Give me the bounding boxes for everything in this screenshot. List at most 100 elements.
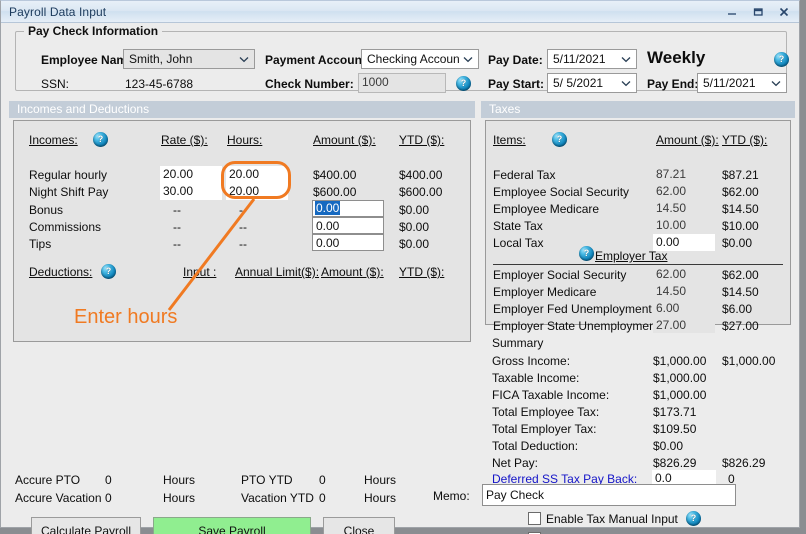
deductions-col-annual-limit: Annual Limit($): — [235, 265, 319, 279]
screenshot-root: Payroll Data Input Pay Check Information… — [0, 0, 806, 534]
income-amount-input[interactable]: 0.00 — [312, 200, 384, 217]
check-number-help-icon[interactable]: ? — [456, 76, 471, 91]
enable-tax-manual-help-icon[interactable]: ? — [686, 511, 701, 526]
summary-row-amount: $173.71 — [653, 405, 696, 419]
income-amount-input[interactable]: 0.00 — [312, 217, 384, 234]
close-icon[interactable] — [771, 2, 797, 22]
income-ytd-value: $0.00 — [399, 237, 429, 251]
employee-name-dropdown[interactable]: Smith, John — [123, 49, 255, 69]
accure-pto-unit: Hours — [163, 473, 195, 487]
income-hours-value: -- — [239, 220, 247, 234]
summary-row-ytd: $826.29 — [722, 456, 765, 470]
income-rate-input[interactable]: 30.00 — [160, 183, 222, 200]
chevron-down-icon — [236, 56, 252, 63]
paycheck-information-legend: Pay Check Information — [24, 24, 162, 38]
income-row-name: Regular hourly — [29, 168, 107, 182]
enable-tax-manual-input-checkbox[interactable] — [528, 512, 541, 525]
tax-amount-input: 62.00 — [653, 183, 715, 199]
ssn-value: 123-45-6788 — [125, 77, 193, 91]
accure-pto-value: 0 — [105, 473, 112, 487]
vacation-ytd-unit: Hours — [364, 491, 396, 505]
incomes-col-amount: Amount ($): — [313, 133, 376, 147]
tax-ytd-value: $14.50 — [722, 202, 759, 216]
income-rate-value: -- — [173, 220, 181, 234]
income-row-name: Bonus — [29, 203, 63, 217]
pay-end-picker[interactable]: 5/11/2021 — [697, 73, 787, 93]
summary-row-label: Gross Income: — [492, 354, 570, 368]
income-hours-value: -- — [239, 237, 247, 251]
incomes-col-ytd: YTD ($): — [399, 133, 444, 147]
deductions-col-ytd: YTD ($): — [399, 265, 444, 279]
pay-frequency-help-icon[interactable]: ? — [774, 52, 789, 67]
income-amount-input[interactable]: 0.00 — [312, 234, 384, 251]
summary-row-label: Total Employee Tax: — [492, 405, 599, 419]
income-hours-input[interactable]: 20.00 — [226, 183, 288, 200]
window-titlebar[interactable]: Payroll Data Input — [1, 1, 799, 23]
taxes-items-label: Items: — [493, 133, 526, 147]
payment-account-label: Payment Account: — [265, 53, 370, 67]
close-button[interactable]: Close — [323, 517, 395, 534]
window-title: Payroll Data Input — [9, 5, 719, 19]
payment-account-value: Checking Account — [367, 52, 460, 66]
tax-amount-input: 14.50 — [653, 200, 715, 216]
income-hours-input[interactable]: 20.00 — [226, 166, 288, 183]
employer-tax-row-name: Employer Social Security — [493, 268, 626, 282]
income-row-name: Commissions — [29, 220, 101, 234]
incomes-col-hours: Hours: — [227, 133, 262, 147]
check-number-input[interactable]: 1000 — [358, 73, 446, 93]
incomes-label: Incomes: — [29, 133, 78, 147]
income-ytd-value: $400.00 — [399, 168, 442, 182]
pay-date-picker[interactable]: 5/11/2021 — [547, 49, 637, 69]
incomes-help-icon[interactable]: ? — [93, 132, 108, 147]
accure-pto-label: Accure PTO — [15, 473, 80, 487]
vacation-ytd-value: 0 — [319, 491, 326, 505]
deductions-help-icon[interactable]: ? — [101, 264, 116, 279]
memo-input[interactable]: Pay Check — [482, 484, 736, 506]
taxes-help-icon[interactable]: ? — [552, 132, 567, 147]
client-area: Pay Check Information Employee Name: Smi… — [1, 23, 799, 527]
income-ytd-value: $0.00 — [399, 220, 429, 234]
summary-row-label: FICA Taxable Income: — [492, 388, 609, 402]
tax-ytd-value: $0.00 — [722, 236, 752, 250]
check-number-label: Check Number: — [265, 77, 354, 91]
taxes-col-ytd: YTD ($): — [722, 133, 767, 147]
pay-start-picker[interactable]: 5/ 5/2021 — [547, 73, 637, 93]
deductions-col-input: Input : — [183, 265, 216, 279]
pay-frequency-label: Weekly — [647, 48, 705, 68]
accure-vacation-value: 0 — [105, 491, 112, 505]
employer-tax-help-icon[interactable]: ? — [579, 246, 594, 261]
calculate-payroll-button[interactable]: Calculate Payroll — [31, 517, 141, 534]
employer-tax-ytd: $62.00 — [722, 268, 759, 282]
summary-row-ytd: $1,000.00 — [722, 354, 775, 368]
taxes-header: Taxes — [481, 101, 795, 118]
maximize-icon[interactable] — [745, 2, 771, 22]
employer-tax-divider-line — [493, 264, 783, 265]
pay-end-label: Pay End: — [647, 77, 698, 91]
employer-tax-amount: 27.00 — [653, 317, 715, 333]
summary-row-label: Total Employer Tax: — [492, 422, 597, 436]
tax-amount-input: 10.00 — [653, 217, 715, 233]
tax-row-name: Federal Tax — [493, 168, 555, 182]
ssn-label: SSN: — [41, 77, 69, 91]
summary-row-label: Total Deduction: — [492, 439, 578, 453]
income-ytd-value: $600.00 — [399, 185, 442, 199]
income-rate-input[interactable]: 20.00 — [160, 166, 222, 183]
minimize-icon[interactable] — [719, 2, 745, 22]
employer-tax-row-name: Employer Medicare — [493, 285, 596, 299]
summary-row-label: Taxable Income: — [492, 371, 579, 385]
accure-vacation-unit: Hours — [163, 491, 195, 505]
pay-date-value: 5/11/2021 — [553, 52, 618, 66]
summary-row-label: Net Pay: — [492, 456, 538, 470]
employer-tax-row-name: Employer State Unemployment — [493, 319, 659, 333]
tax-ytd-value: $87.21 — [722, 168, 759, 182]
summary-row-amount: $1,000.00 — [653, 371, 706, 385]
payment-account-dropdown[interactable]: Checking Account — [361, 49, 479, 69]
employer-tax-amount: 14.50 — [653, 283, 715, 299]
summary-row-amount: $109.50 — [653, 422, 696, 436]
save-payroll-button[interactable]: Save Payroll — [153, 517, 311, 534]
accure-vacation-label: Accure Vacation — [15, 491, 102, 505]
summary-header: Summary — [492, 336, 543, 350]
tax-ytd-value: $62.00 — [722, 185, 759, 199]
summary-row-amount: $1,000.00 — [653, 354, 706, 368]
pay-end-value: 5/11/2021 — [703, 76, 768, 90]
